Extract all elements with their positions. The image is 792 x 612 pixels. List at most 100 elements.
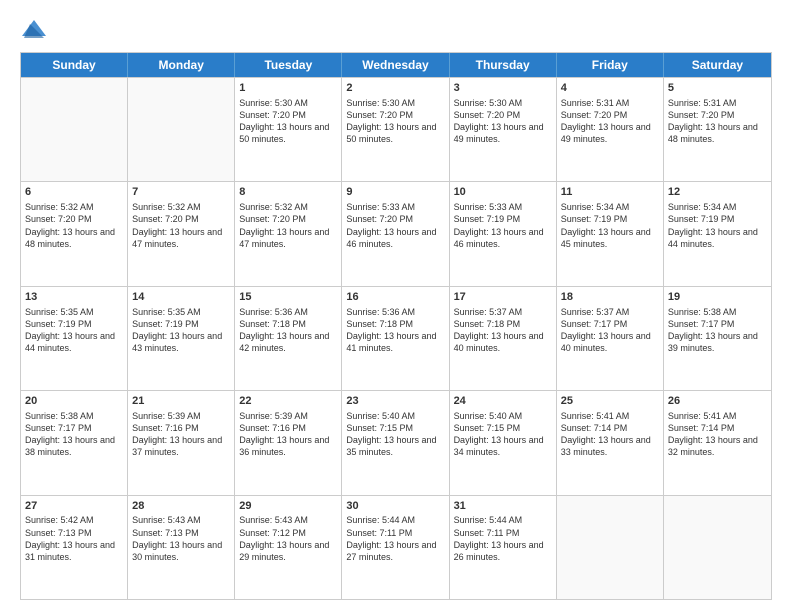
cell-info: Sunrise: 5:32 AM Sunset: 7:20 PM Dayligh… [132,201,230,250]
cell-info: Sunrise: 5:38 AM Sunset: 7:17 PM Dayligh… [668,306,767,355]
calendar-day-4: 4Sunrise: 5:31 AM Sunset: 7:20 PM Daylig… [557,78,664,181]
calendar: SundayMondayTuesdayWednesdayThursdayFrid… [20,52,772,600]
weekday-header-thursday: Thursday [450,53,557,77]
day-number: 8 [239,185,337,200]
day-number: 20 [25,394,123,409]
weekday-header-tuesday: Tuesday [235,53,342,77]
cell-info: Sunrise: 5:43 AM Sunset: 7:12 PM Dayligh… [239,514,337,563]
calendar-day-29: 29Sunrise: 5:43 AM Sunset: 7:12 PM Dayli… [235,496,342,599]
empty-cell [664,496,771,599]
cell-info: Sunrise: 5:34 AM Sunset: 7:19 PM Dayligh… [668,201,767,250]
calendar-row-4: 20Sunrise: 5:38 AM Sunset: 7:17 PM Dayli… [21,390,771,494]
day-number: 21 [132,394,230,409]
calendar-row-1: 1Sunrise: 5:30 AM Sunset: 7:20 PM Daylig… [21,77,771,181]
day-number: 6 [25,185,123,200]
calendar-row-5: 27Sunrise: 5:42 AM Sunset: 7:13 PM Dayli… [21,495,771,599]
cell-info: Sunrise: 5:37 AM Sunset: 7:18 PM Dayligh… [454,306,552,355]
cell-info: Sunrise: 5:37 AM Sunset: 7:17 PM Dayligh… [561,306,659,355]
cell-info: Sunrise: 5:43 AM Sunset: 7:13 PM Dayligh… [132,514,230,563]
calendar-day-9: 9Sunrise: 5:33 AM Sunset: 7:20 PM Daylig… [342,182,449,285]
calendar-header: SundayMondayTuesdayWednesdayThursdayFrid… [21,53,771,77]
calendar-day-28: 28Sunrise: 5:43 AM Sunset: 7:13 PM Dayli… [128,496,235,599]
calendar-day-19: 19Sunrise: 5:38 AM Sunset: 7:17 PM Dayli… [664,287,771,390]
day-number: 27 [25,499,123,514]
day-number: 15 [239,290,337,305]
calendar-day-16: 16Sunrise: 5:36 AM Sunset: 7:18 PM Dayli… [342,287,449,390]
calendar-day-21: 21Sunrise: 5:39 AM Sunset: 7:16 PM Dayli… [128,391,235,494]
day-number: 9 [346,185,444,200]
cell-info: Sunrise: 5:30 AM Sunset: 7:20 PM Dayligh… [239,97,337,146]
cell-info: Sunrise: 5:39 AM Sunset: 7:16 PM Dayligh… [239,410,337,459]
day-number: 11 [561,185,659,200]
calendar-day-18: 18Sunrise: 5:37 AM Sunset: 7:17 PM Dayli… [557,287,664,390]
cell-info: Sunrise: 5:41 AM Sunset: 7:14 PM Dayligh… [561,410,659,459]
calendar-day-22: 22Sunrise: 5:39 AM Sunset: 7:16 PM Dayli… [235,391,342,494]
day-number: 28 [132,499,230,514]
day-number: 12 [668,185,767,200]
cell-info: Sunrise: 5:31 AM Sunset: 7:20 PM Dayligh… [668,97,767,146]
calendar-day-7: 7Sunrise: 5:32 AM Sunset: 7:20 PM Daylig… [128,182,235,285]
cell-info: Sunrise: 5:41 AM Sunset: 7:14 PM Dayligh… [668,410,767,459]
calendar-day-11: 11Sunrise: 5:34 AM Sunset: 7:19 PM Dayli… [557,182,664,285]
header [20,18,772,42]
cell-info: Sunrise: 5:39 AM Sunset: 7:16 PM Dayligh… [132,410,230,459]
weekday-header-sunday: Sunday [21,53,128,77]
cell-info: Sunrise: 5:32 AM Sunset: 7:20 PM Dayligh… [239,201,337,250]
cell-info: Sunrise: 5:33 AM Sunset: 7:20 PM Dayligh… [346,201,444,250]
day-number: 31 [454,499,552,514]
cell-info: Sunrise: 5:40 AM Sunset: 7:15 PM Dayligh… [454,410,552,459]
calendar-day-20: 20Sunrise: 5:38 AM Sunset: 7:17 PM Dayli… [21,391,128,494]
cell-info: Sunrise: 5:44 AM Sunset: 7:11 PM Dayligh… [454,514,552,563]
empty-cell [21,78,128,181]
weekday-header-wednesday: Wednesday [342,53,449,77]
day-number: 3 [454,81,552,96]
cell-info: Sunrise: 5:34 AM Sunset: 7:19 PM Dayligh… [561,201,659,250]
weekday-header-monday: Monday [128,53,235,77]
calendar-day-15: 15Sunrise: 5:36 AM Sunset: 7:18 PM Dayli… [235,287,342,390]
cell-info: Sunrise: 5:31 AM Sunset: 7:20 PM Dayligh… [561,97,659,146]
empty-cell [557,496,664,599]
calendar-day-26: 26Sunrise: 5:41 AM Sunset: 7:14 PM Dayli… [664,391,771,494]
calendar-day-12: 12Sunrise: 5:34 AM Sunset: 7:19 PM Dayli… [664,182,771,285]
cell-info: Sunrise: 5:38 AM Sunset: 7:17 PM Dayligh… [25,410,123,459]
day-number: 22 [239,394,337,409]
calendar-day-8: 8Sunrise: 5:32 AM Sunset: 7:20 PM Daylig… [235,182,342,285]
cell-info: Sunrise: 5:35 AM Sunset: 7:19 PM Dayligh… [132,306,230,355]
cell-info: Sunrise: 5:36 AM Sunset: 7:18 PM Dayligh… [239,306,337,355]
calendar-day-13: 13Sunrise: 5:35 AM Sunset: 7:19 PM Dayli… [21,287,128,390]
calendar-day-14: 14Sunrise: 5:35 AM Sunset: 7:19 PM Dayli… [128,287,235,390]
calendar-body: 1Sunrise: 5:30 AM Sunset: 7:20 PM Daylig… [21,77,771,599]
day-number: 4 [561,81,659,96]
calendar-day-3: 3Sunrise: 5:30 AM Sunset: 7:20 PM Daylig… [450,78,557,181]
cell-info: Sunrise: 5:40 AM Sunset: 7:15 PM Dayligh… [346,410,444,459]
calendar-day-31: 31Sunrise: 5:44 AM Sunset: 7:11 PM Dayli… [450,496,557,599]
day-number: 29 [239,499,337,514]
calendar-day-25: 25Sunrise: 5:41 AM Sunset: 7:14 PM Dayli… [557,391,664,494]
day-number: 19 [668,290,767,305]
day-number: 17 [454,290,552,305]
day-number: 26 [668,394,767,409]
page: SundayMondayTuesdayWednesdayThursdayFrid… [0,0,792,612]
empty-cell [128,78,235,181]
day-number: 13 [25,290,123,305]
cell-info: Sunrise: 5:42 AM Sunset: 7:13 PM Dayligh… [25,514,123,563]
cell-info: Sunrise: 5:30 AM Sunset: 7:20 PM Dayligh… [454,97,552,146]
day-number: 7 [132,185,230,200]
cell-info: Sunrise: 5:44 AM Sunset: 7:11 PM Dayligh… [346,514,444,563]
calendar-day-23: 23Sunrise: 5:40 AM Sunset: 7:15 PM Dayli… [342,391,449,494]
cell-info: Sunrise: 5:35 AM Sunset: 7:19 PM Dayligh… [25,306,123,355]
calendar-day-27: 27Sunrise: 5:42 AM Sunset: 7:13 PM Dayli… [21,496,128,599]
calendar-row-3: 13Sunrise: 5:35 AM Sunset: 7:19 PM Dayli… [21,286,771,390]
cell-info: Sunrise: 5:36 AM Sunset: 7:18 PM Dayligh… [346,306,444,355]
calendar-day-6: 6Sunrise: 5:32 AM Sunset: 7:20 PM Daylig… [21,182,128,285]
day-number: 1 [239,81,337,96]
day-number: 18 [561,290,659,305]
calendar-day-5: 5Sunrise: 5:31 AM Sunset: 7:20 PM Daylig… [664,78,771,181]
day-number: 16 [346,290,444,305]
calendar-day-17: 17Sunrise: 5:37 AM Sunset: 7:18 PM Dayli… [450,287,557,390]
calendar-day-10: 10Sunrise: 5:33 AM Sunset: 7:19 PM Dayli… [450,182,557,285]
calendar-day-24: 24Sunrise: 5:40 AM Sunset: 7:15 PM Dayli… [450,391,557,494]
calendar-day-30: 30Sunrise: 5:44 AM Sunset: 7:11 PM Dayli… [342,496,449,599]
cell-info: Sunrise: 5:33 AM Sunset: 7:19 PM Dayligh… [454,201,552,250]
weekday-header-saturday: Saturday [664,53,771,77]
